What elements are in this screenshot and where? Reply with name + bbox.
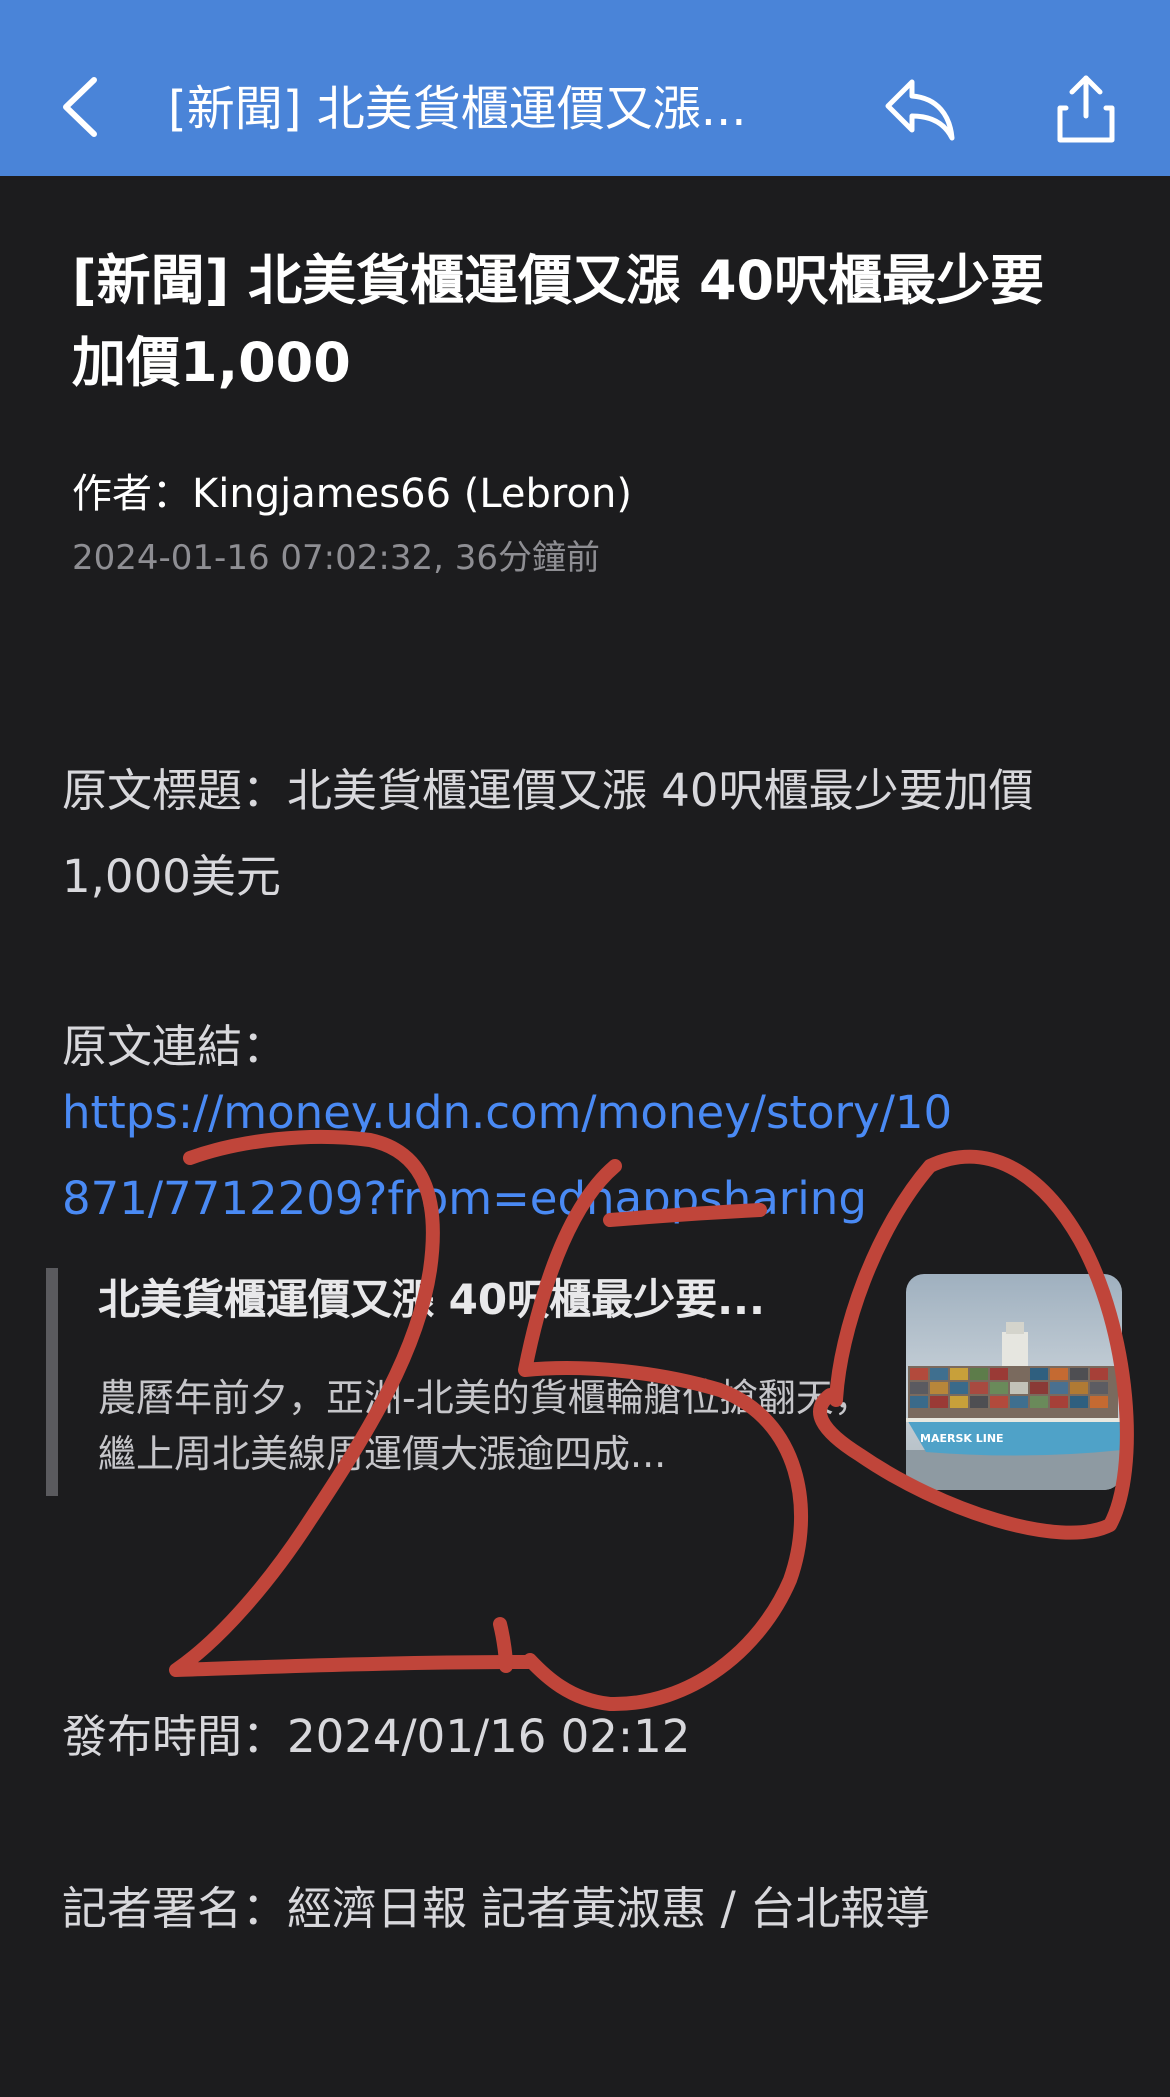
reporter-byline: 記者署名：經濟日報 記者黃淑惠 / 台北報導 bbox=[62, 1882, 931, 1935]
preview-quote-bar bbox=[46, 1268, 58, 1496]
source-link[interactable]: https://money.udn.com/money/story/10871/… bbox=[62, 1070, 962, 1242]
top-navigation-bar: [新聞] 北美貨櫃運價又漲... bbox=[0, 0, 1170, 176]
container-ship-image: MAERSK LINE bbox=[906, 1274, 1122, 1490]
publish-time: 發布時間：2024/01/16 02:12 bbox=[62, 1710, 691, 1763]
share-icon[interactable] bbox=[1056, 72, 1116, 144]
original-title-text: 原文標題：北美貨櫃運價又漲 40呎櫃最少要加價1,000美元 bbox=[62, 764, 1034, 903]
post-timestamp: 2024-01-16 07:02:32, 36分鐘前 bbox=[72, 538, 600, 578]
author-line: 作者：Kingjames66 (Lebron) bbox=[72, 471, 632, 517]
ship-hull-text: MAERSK LINE bbox=[920, 1432, 1004, 1445]
article-title: [新聞] 北美貨櫃運價又漲 40呎櫃最少要加價1,000 bbox=[72, 249, 1045, 394]
preview-title: 北美貨櫃運價又漲 40呎櫃最少要... bbox=[98, 1275, 765, 1324]
nav-title: [新聞] 北美貨櫃運價又漲... bbox=[168, 81, 747, 137]
chevron-left-icon[interactable] bbox=[56, 72, 106, 142]
link-preview-card[interactable]: 北美貨櫃運價又漲 40呎櫃最少要... 農曆年前夕，亞洲-北美的貨櫃輪艙位搶翻天… bbox=[46, 1268, 1126, 1496]
reply-arrow-icon[interactable] bbox=[882, 76, 958, 142]
preview-description: 農曆年前夕，亞洲-北美的貨櫃輪艙位搶翻天，繼上周北美線周運價大漲逾四成... bbox=[98, 1376, 872, 1476]
